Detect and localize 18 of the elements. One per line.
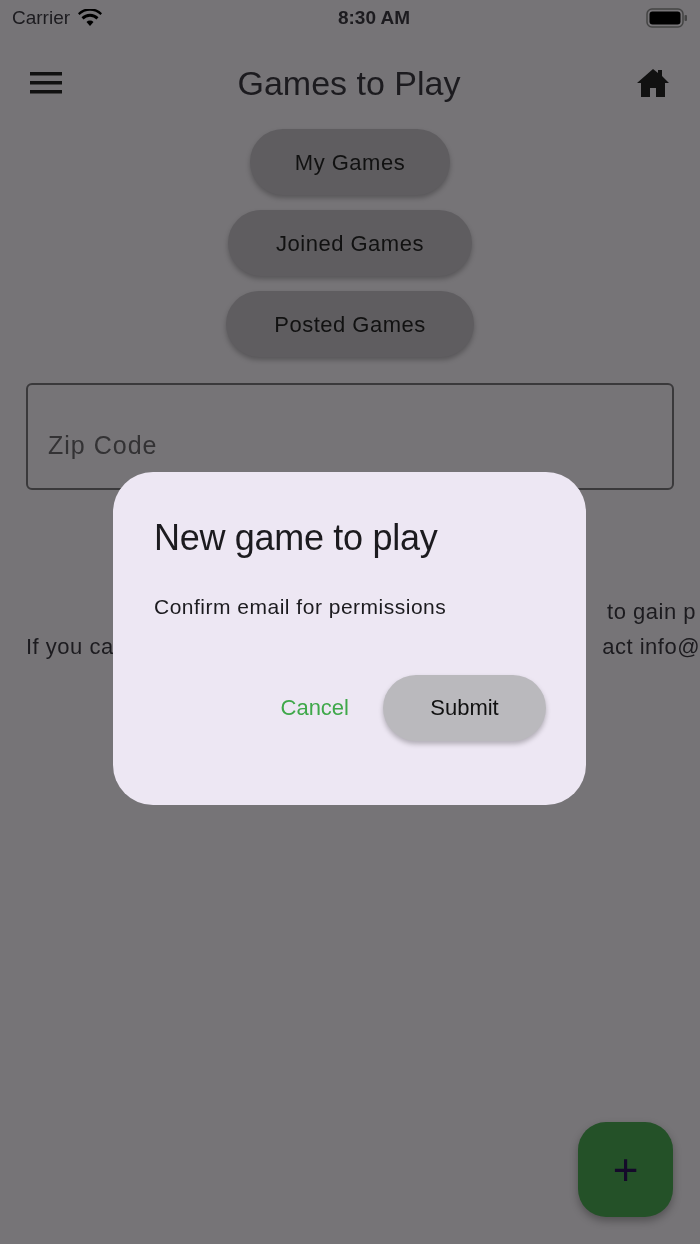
filter-button[interactable]: My Games xyxy=(250,129,450,195)
cancel-button[interactable]: Cancel xyxy=(258,679,371,737)
submit-button[interactable]: Submit xyxy=(383,674,546,741)
filter-button[interactable]: Posted Games xyxy=(226,291,474,357)
dialog-message: Confirm email for permissions xyxy=(154,594,448,621)
partial-text: If you ca xyxy=(26,633,114,661)
partial-text: to gain p xyxy=(607,598,696,626)
add-button[interactable]: + xyxy=(578,1122,673,1217)
app-title: Games to Play xyxy=(237,62,461,104)
menu-icon[interactable] xyxy=(30,71,62,95)
partial-text: act info@ xyxy=(602,633,700,661)
battery-icon xyxy=(646,8,688,28)
home-icon[interactable] xyxy=(636,68,670,98)
status-time: 8:30 AM xyxy=(337,5,411,30)
carrier-label: Carrier xyxy=(12,5,71,30)
dialog-title: New game to play xyxy=(154,516,439,560)
wifi-icon xyxy=(78,9,103,27)
filter-button[interactable]: Joined Games xyxy=(228,210,472,276)
